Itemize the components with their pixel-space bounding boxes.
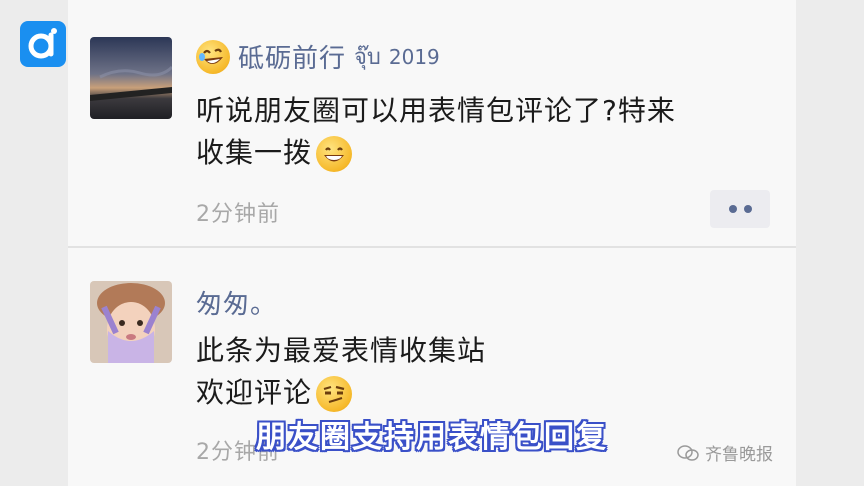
avatar[interactable] (90, 281, 172, 363)
grinning-emoji-icon (316, 136, 353, 172)
user-name: 匆匆。 (196, 290, 278, 320)
content-line: 听说朋友圈可以用表情包评论了?特来 (196, 94, 676, 127)
app-logo-icon (20, 21, 66, 67)
user-name-row[interactable]: 砥砺前行 จุ๊บ 2019 (196, 38, 440, 75)
wechat-icon (677, 444, 699, 461)
avatar[interactable] (90, 37, 172, 119)
smirk-emoji-icon (316, 376, 353, 412)
post-content: 此条为最爱表情收集站 欢迎评论 (196, 330, 776, 414)
content-line-with-emoji: 欢迎评论 (196, 372, 776, 414)
content-line: 收集一拨 (196, 136, 313, 169)
dot-icon (743, 205, 752, 213)
content-line: 欢迎评论 (196, 376, 313, 409)
watermark-text: 齐鲁晚报 (705, 445, 773, 465)
dot-icon (728, 205, 737, 213)
content-line-with-emoji: 收集一拨 (196, 132, 776, 174)
post-content: 听说朋友圈可以用表情包评论了?特来 收集一拨 (196, 90, 776, 174)
user-name: 砥砺前行 (238, 44, 347, 74)
content-line: 此条为最爱表情收集站 (196, 334, 487, 367)
rofl-emoji-icon (196, 39, 230, 74)
user-name-year: 2019 (388, 44, 440, 69)
comment-menu-button[interactable] (710, 190, 770, 228)
moment-post: 砥砺前行 จุ๊บ 2019 听说朋友圈可以用表情包评论了?特来 收集一拨 2分… (68, 0, 796, 246)
post-time: 2分钟前 (196, 202, 280, 227)
user-name-row[interactable]: 匆匆。 (196, 284, 277, 321)
watermark: 齐鲁晚报 (677, 440, 773, 465)
user-name-suffix: จุ๊บ (354, 45, 381, 70)
